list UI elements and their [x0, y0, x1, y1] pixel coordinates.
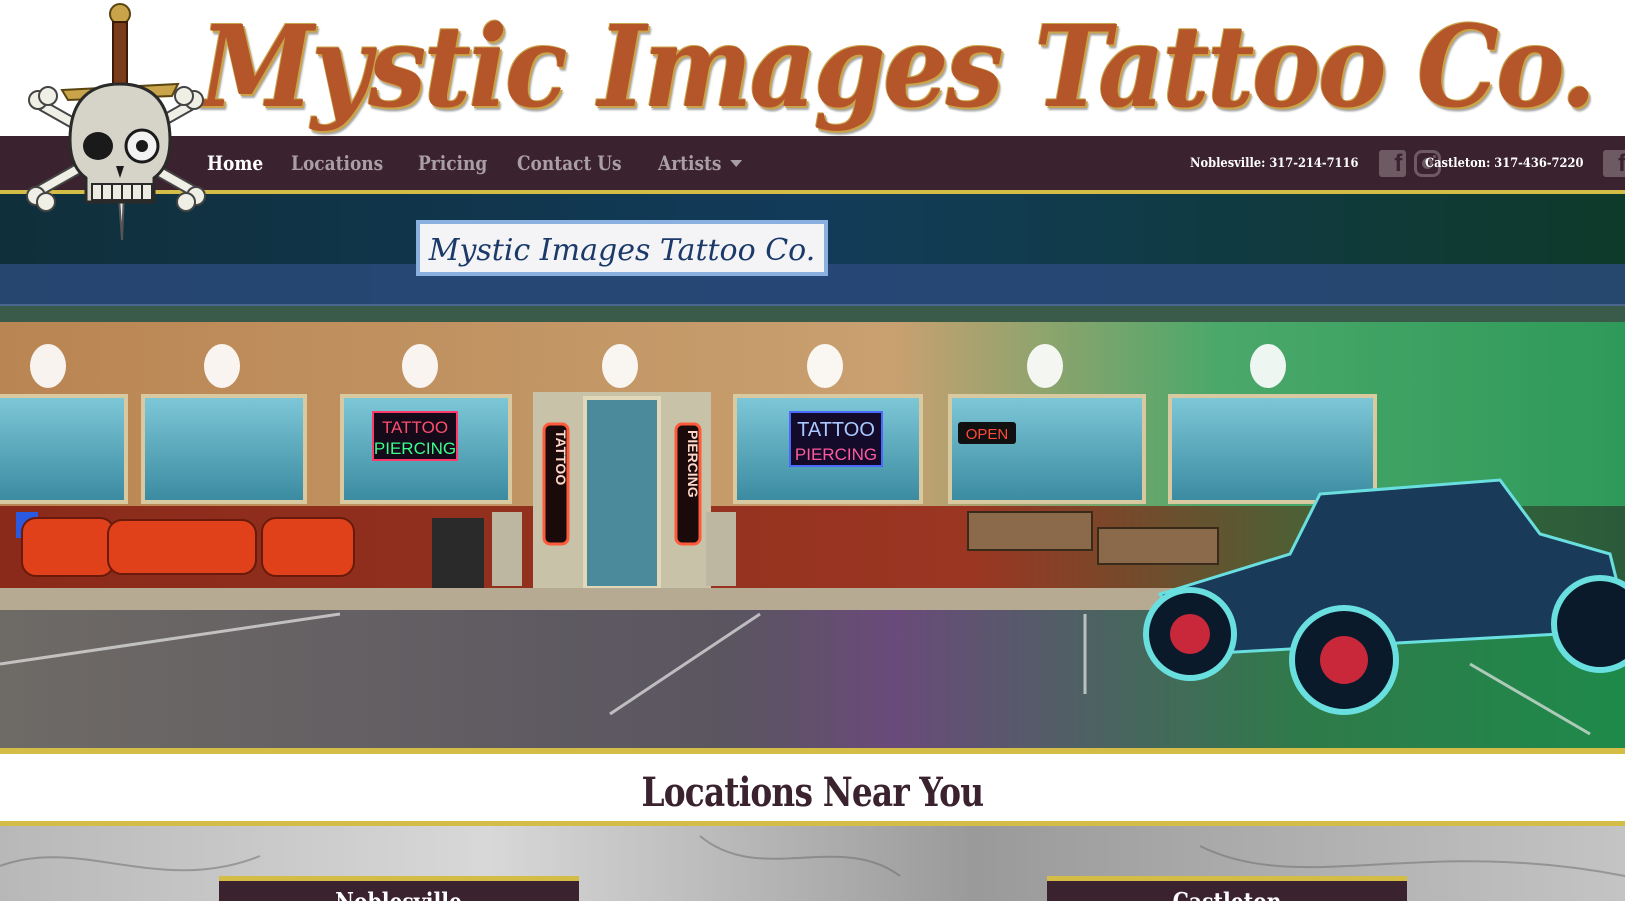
contact-noblesville: Noblesville: 317-214-7116 f [1190, 136, 1442, 190]
store-sign-text: Mystic Images Tattoo Co. [428, 233, 815, 268]
nav-item-label: Locations [291, 151, 384, 175]
nav-links: Home Locations Pricing Contact Us Artist… [207, 136, 749, 190]
door-sign-right: PIERCING [685, 430, 701, 498]
site-logo-text[interactable]: Mystic Images Tattoo Co. [200, 4, 1596, 132]
locations-section-header: Locations Near You [0, 760, 1625, 826]
facebook-icon[interactable]: f [1379, 149, 1407, 177]
nav-item-home[interactable]: Home [207, 151, 263, 175]
facebook-icon[interactable]: f [1603, 149, 1625, 177]
hero-storefront-image: Mystic Images Tattoo Co. TATTOO PIERCING… [0, 194, 1625, 754]
open-sign: OPEN [958, 422, 1016, 444]
dagger-grip [112, 21, 128, 85]
skull-eye-left [83, 132, 113, 160]
open-sign-text: OPEN [966, 426, 1009, 443]
nav-item-label: Artists [658, 151, 722, 175]
statue-left [492, 512, 522, 586]
location-card-title: Noblesville [336, 887, 463, 901]
door-sign-left: TATTOO [553, 430, 569, 485]
nav-item-artists-dropdown[interactable]: Artists [658, 151, 743, 175]
store-sign: Mystic Images Tattoo Co. [416, 220, 828, 276]
skull-teeth [91, 183, 153, 201]
nav-item-label: Contact Us [517, 151, 622, 175]
skull-dagger-logo[interactable] [22, 0, 212, 250]
shop-door: TATTOO PIERCING [533, 392, 711, 592]
location-card-noblesville[interactable]: Noblesville [219, 876, 579, 901]
storefront-illustration: Mystic Images Tattoo Co. TATTOO PIERCING… [0, 194, 1625, 748]
site-header: Mystic Images Tattoo Co. [0, 0, 1625, 136]
nav-item-pricing[interactable]: Pricing [418, 151, 487, 175]
main-navbar: Home Locations Pricing Contact Us Artist… [0, 136, 1625, 194]
neon-sign-2-line2: PIERCING [795, 445, 877, 464]
nav-item-contact-us[interactable]: Contact Us [517, 151, 622, 175]
nav-item-locations[interactable]: Locations [291, 151, 383, 175]
contact-phone-castleton[interactable]: Castleton: 317-436-7220 [1425, 156, 1583, 171]
neon-sign-2: TATTOO PIERCING [789, 411, 883, 467]
statue-right [706, 512, 736, 586]
neon-sign-1: TATTOO PIERCING [372, 411, 458, 461]
nav-item-label: Home [207, 151, 264, 175]
caret-down-icon [730, 159, 743, 167]
contact-phone-noblesville[interactable]: Noblesville: 317-214-7116 [1190, 156, 1358, 171]
contact-castleton: Castleton: 317-436-7220 f [1425, 136, 1625, 190]
trash-can [432, 518, 484, 588]
nav-item-label: Pricing [417, 151, 487, 175]
location-card-title: Castleton [1173, 887, 1282, 901]
neon-sign-1-line1: TATTOO [382, 418, 448, 437]
locations-heading: Locations Near You [641, 769, 985, 816]
neon-sign-2-line1: TATTOO [797, 419, 875, 441]
red-chairs [21, 517, 355, 577]
location-card-castleton[interactable]: Castleton [1047, 876, 1407, 901]
neon-sign-1-line2: PIERCING [374, 439, 456, 458]
